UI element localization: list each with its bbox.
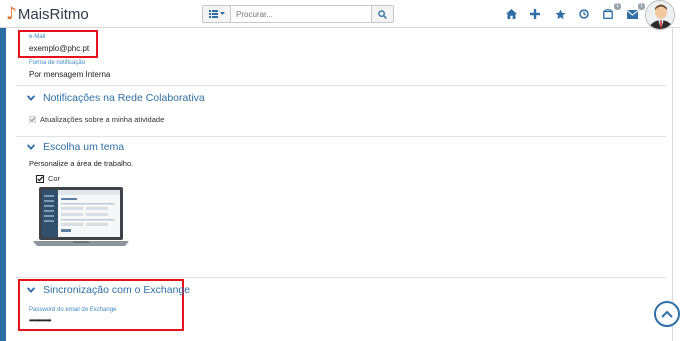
search-icon	[378, 9, 387, 19]
chevron-up-icon	[661, 310, 673, 318]
user-avatar[interactable]	[645, 0, 675, 30]
notifications-badge: 1	[614, 3, 621, 10]
notification-form-value[interactable]: Por mensagem Interna	[29, 70, 110, 79]
exchange-password-value[interactable]: ••••••••••••	[29, 316, 52, 325]
add-button[interactable]	[527, 5, 543, 23]
theme-option-color[interactable]: Cor	[36, 174, 60, 183]
home-icon	[505, 9, 517, 19]
chevron-down-icon	[27, 287, 35, 293]
activity-button[interactable]	[576, 5, 592, 23]
chevron-down-icon	[27, 144, 35, 150]
theme-option-label: Cor	[48, 174, 61, 183]
app-logo[interactable]: ♪ MaisRitmo	[6, 4, 89, 24]
clock-icon	[579, 9, 589, 19]
scroll-to-top-button[interactable]	[654, 301, 680, 327]
search-input[interactable]	[231, 6, 371, 22]
list-icon	[208, 10, 218, 18]
theme-preview-laptop[interactable]	[33, 186, 129, 248]
divider	[16, 277, 666, 278]
envelope-icon	[626, 9, 638, 19]
music-note-icon: ♪	[6, 3, 17, 24]
collab-activity-option[interactable]: Atualizações sobre a minha atividade	[29, 115, 164, 124]
plus-icon	[530, 9, 540, 19]
messages-button[interactable]: 1	[624, 3, 645, 23]
user-avatar-image	[646, 1, 674, 29]
email-value[interactable]: exemplo@phc.pt	[29, 44, 89, 53]
chevron-down-icon	[27, 95, 35, 101]
top-bar: ♪ MaisRitmo Procurar... 1 1	[0, 0, 680, 30]
divider	[16, 136, 666, 137]
notification-form-label: Forma de notificação	[29, 60, 86, 66]
favorites-button[interactable]	[552, 5, 568, 23]
email-label: e-Mail	[29, 34, 46, 40]
home-button[interactable]	[503, 5, 519, 23]
theme-description: Personalize a área de trabalho.	[29, 159, 134, 168]
search-bar	[202, 5, 394, 23]
section-exchange-header[interactable]: Sincronização com o Exchange	[27, 284, 190, 296]
search-filter-button[interactable]	[203, 6, 231, 22]
messages-badge: 1	[638, 3, 645, 10]
left-accent-strip	[0, 28, 6, 341]
checkbox-checked-icon[interactable]	[29, 116, 36, 123]
checkbox-checked-icon[interactable]	[36, 174, 44, 183]
section-exchange-title: Sincronização com o Exchange	[43, 284, 191, 296]
section-collab-header[interactable]: Notificações na Rede Colaborativa	[27, 92, 205, 104]
search-button[interactable]	[371, 6, 393, 22]
section-theme-title: Escolha um tema	[43, 141, 125, 153]
caret-down-icon	[219, 12, 225, 15]
divider	[16, 85, 666, 86]
section-collab-title: Notificações na Rede Colaborativa	[43, 92, 205, 104]
exchange-password-label: Password do email do Exchange	[29, 307, 117, 313]
notification-box-icon	[603, 9, 613, 19]
right-border	[672, 28, 673, 341]
star-icon	[554, 8, 566, 19]
notifications-button[interactable]: 1	[600, 3, 621, 23]
app-logo-text: MaisRitmo	[17, 5, 89, 23]
collab-activity-label: Atualizações sobre a minha atividade	[40, 115, 165, 124]
section-theme-header[interactable]: Escolha um tema	[27, 141, 124, 153]
